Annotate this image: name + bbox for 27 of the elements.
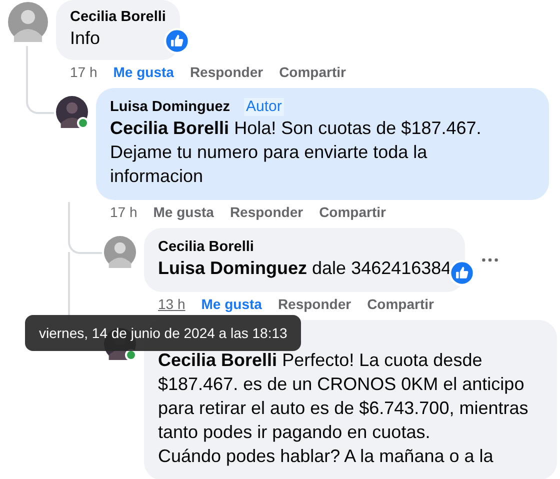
like-link[interactable]: Me gusta xyxy=(113,64,174,80)
author-name[interactable]: Cecilia Borelli xyxy=(158,238,254,256)
share-link[interactable]: Compartir xyxy=(279,64,346,80)
comment-text: Cecilia Borelli Perfecto! La cuota desde $187.467. es de un CRONOS 0KM el anticipo para retirar el auto es de $6.743.700, mientras tanto podes ir pagando en cuotas. Cuándo podes hablar? A la mañana o a la xyxy=(158,349,530,468)
thread-connector xyxy=(68,202,102,254)
author-name[interactable]: Luisa Dominguez xyxy=(110,98,230,116)
author-name[interactable]: Cecilia Borelli xyxy=(70,8,166,26)
avatar[interactable] xyxy=(56,96,88,128)
author-badge: Autor xyxy=(244,98,284,116)
more-options-icon[interactable] xyxy=(481,257,500,263)
like-link[interactable]: Me gusta xyxy=(153,204,214,220)
like-link[interactable]: Me gusta xyxy=(201,296,262,312)
like-reaction-icon[interactable] xyxy=(164,28,190,54)
reply-link[interactable]: Responder xyxy=(278,296,352,312)
comment-text: Cecilia Borelli Hola! Son cuotas de $187.467. Dejame tu numero para enviarte toda la informacion xyxy=(110,117,482,188)
date-tooltip: viernes, 14 de junio de 2024 a las 18:13 xyxy=(25,315,302,351)
share-link[interactable]: Compartir xyxy=(319,204,386,220)
timestamp-link[interactable]: 13 h xyxy=(158,296,186,312)
timestamp-link[interactable]: 17 h xyxy=(110,204,138,220)
reply-link[interactable]: Responder xyxy=(230,204,304,220)
thread-connector xyxy=(26,46,54,114)
like-reaction-icon[interactable] xyxy=(449,260,476,286)
reply-link[interactable]: Responder xyxy=(190,64,264,80)
timestamp-link[interactable]: 17 h xyxy=(70,64,98,80)
comment-text: Info xyxy=(70,27,102,50)
share-link[interactable]: Compartir xyxy=(367,296,434,312)
comment-text: Luisa Dominguez dale 3462416384 xyxy=(158,257,452,280)
